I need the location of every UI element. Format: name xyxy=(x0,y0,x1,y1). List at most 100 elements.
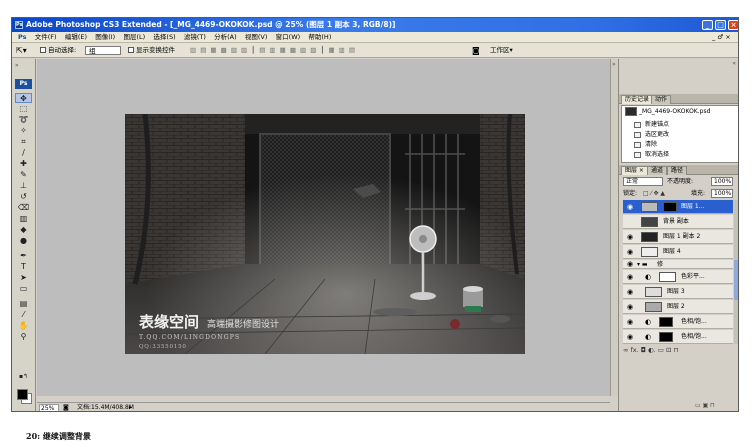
slice-tool-icon[interactable]: ∕ xyxy=(15,148,32,158)
auto-select-toggle[interactable]: 自动选择: xyxy=(40,43,76,58)
options-bar: ⇱▾ 自动选择: 组 显示变换控件 ▥ ▤ ▦ ▩ ▧ ▨ ┃ ▤ ▥ ▦ ▩ … xyxy=(12,43,738,58)
visibility-eye-icon[interactable]: ◉ xyxy=(625,200,635,214)
menu-select[interactable]: 选择(S) xyxy=(150,32,178,43)
layers-scrollbar-thumb[interactable] xyxy=(734,260,738,300)
minimize-button[interactable]: _ xyxy=(702,20,713,30)
menu-file[interactable]: 文件(F) xyxy=(32,32,60,43)
history-item[interactable]: 清除 xyxy=(626,140,736,149)
collapse-arrows-icon[interactable]: » xyxy=(612,61,616,68)
hand-tool-icon[interactable]: ✋ xyxy=(15,321,32,331)
stamp-tool-icon[interactable]: ⊥ xyxy=(15,181,32,191)
menu-edit[interactable]: 编辑(E) xyxy=(62,32,90,43)
visibility-eye-icon[interactable]: ◉ xyxy=(625,230,635,244)
menu-layer[interactable]: 图层(L) xyxy=(120,32,148,43)
tab-channels[interactable]: 通道 xyxy=(647,166,668,175)
gradient-tool-icon[interactable]: ▥ xyxy=(15,214,32,224)
align-buttons-group[interactable]: ▥ ▤ ▦ ▩ ▧ ▨ ┃ ▤ ▥ ▦ ▩ ▧ ▨ ┃ ▦ ▥ ▤ xyxy=(190,43,356,58)
move-tool-icon[interactable]: ⇱▾ xyxy=(16,43,27,58)
shape-tool-icon[interactable]: ▭ xyxy=(15,284,32,294)
eraser-tool-icon[interactable]: ⌫ xyxy=(15,203,32,213)
menu-bar: Ps 文件(F) 编辑(E) 图像(I) 图层(L) 选择(S) 滤镜(T) 分… xyxy=(12,32,738,43)
magic-wand-tool-icon[interactable]: ✧ xyxy=(15,126,32,136)
zoom-preview-icon[interactable]: ◙ xyxy=(63,403,69,411)
type-tool-icon[interactable]: T xyxy=(15,262,32,272)
dock-collapse-icon[interactable]: « xyxy=(732,60,736,67)
foreground-color-swatch[interactable] xyxy=(17,389,28,400)
brush-tool-icon[interactable]: ✎ xyxy=(15,170,32,180)
history-item[interactable]: 取消选择 xyxy=(626,150,736,159)
layer-row[interactable]: ◉ 图层 1 副本 2 xyxy=(623,230,733,244)
visibility-eye-icon[interactable]: ◉ xyxy=(625,270,635,284)
layer-row[interactable]: ◉ 图层 2 xyxy=(623,300,733,314)
auto-select-checkbox[interactable] xyxy=(40,47,46,53)
bridge-icon[interactable]: ◙ xyxy=(472,43,480,58)
adjustment-layer-icon: ◐ xyxy=(645,273,652,281)
layer-mask-thumbnail xyxy=(659,332,673,342)
auto-select-dropdown[interactable]: 组 xyxy=(85,45,121,55)
lasso-tool-icon[interactable]: ➰ xyxy=(15,115,32,125)
blur-tool-icon[interactable]: ◆ xyxy=(15,225,32,235)
show-transform-toggle[interactable]: 显示变换控件 xyxy=(128,43,175,58)
visibility-eye-icon[interactable]: ◉ xyxy=(625,330,635,344)
workspace-menu[interactable]: 工作区▾ xyxy=(490,43,513,58)
visibility-eye-icon[interactable]: ◉ xyxy=(625,315,635,329)
document-window-controls[interactable]: _ ♂ × xyxy=(712,32,731,43)
close-button[interactable]: × xyxy=(728,20,738,30)
layers-list: ◉ 图层 1... 背景 副本 ◉ 图层 1 副本 2 ◉ 图层 4 ◉ ▾ ▬… xyxy=(619,200,738,344)
blend-mode-select[interactable]: 正常 xyxy=(623,177,663,186)
crop-tool-icon[interactable]: ⌗ xyxy=(15,137,32,147)
visibility-eye-icon[interactable]: ◉ xyxy=(625,300,635,314)
zoom-field[interactable]: 25% xyxy=(39,404,59,411)
snapshot-thumbnail[interactable] xyxy=(625,107,637,116)
image-canvas[interactable]: 表缘空间 高端摄影修图设计 T.QQ.COM/LINGDONGPS QQ:335… xyxy=(125,114,525,354)
menu-filter[interactable]: 滤镜(T) xyxy=(181,32,209,43)
menu-view[interactable]: 视图(V) xyxy=(242,32,271,43)
panel-bottom-icons[interactable]: ▭ ▣ ⊓ xyxy=(695,402,715,409)
layers-scrollbar[interactable] xyxy=(734,200,738,344)
history-item[interactable]: 新建锚点 xyxy=(626,120,736,129)
show-transform-checkbox[interactable] xyxy=(128,47,134,53)
lock-buttons-icon[interactable]: □ ⁄ ✥ ▲ xyxy=(643,189,665,198)
maximize-button[interactable]: □ xyxy=(715,20,726,30)
move-tool-icon[interactable]: ✥ xyxy=(15,93,32,103)
healing-tool-icon[interactable]: ✚ xyxy=(15,159,32,169)
menu-analysis[interactable]: 分析(A) xyxy=(211,32,240,43)
visibility-eye-icon[interactable]: ◉ xyxy=(625,285,635,299)
menu-help[interactable]: 帮助(H) xyxy=(305,32,334,43)
layer-row[interactable]: 背景 副本 xyxy=(623,215,733,229)
fill-label: 填充: xyxy=(691,190,706,197)
pen-tool-icon[interactable]: ✒ xyxy=(15,251,32,261)
history-item[interactable]: 选区更改 xyxy=(626,130,736,139)
zoom-tool-icon[interactable]: ⚲ xyxy=(15,332,32,342)
dodge-tool-icon[interactable]: ● xyxy=(15,236,32,246)
history-brush-tool-icon[interactable]: ↺ xyxy=(15,192,32,202)
layer-row[interactable]: ◉ ◐ 色彩平... xyxy=(623,270,733,284)
tab-layers[interactable]: 图层 × xyxy=(621,166,648,175)
opacity-input[interactable]: 100% xyxy=(711,177,733,186)
eyedropper-tool-icon[interactable]: ⁄ xyxy=(15,310,32,320)
layer-row[interactable]: ◉ 图层 3 xyxy=(623,285,733,299)
layer-row[interactable]: ◉ ◐ 色相/饱... xyxy=(623,330,733,344)
marquee-tool-icon[interactable]: ⬚ xyxy=(15,104,32,114)
menu-image[interactable]: 图像(I) xyxy=(92,32,118,43)
history-snapshot[interactable]: _MG_4469-OKOKOK.psd xyxy=(639,107,738,116)
group-expand-icon[interactable]: ▾ ▬ xyxy=(637,260,648,269)
menu-window[interactable]: 窗口(W) xyxy=(273,32,304,43)
layer-row[interactable]: ◉ 图层 1... xyxy=(623,200,733,214)
layers-footer-buttons[interactable]: ∞ fx. ◘ ◐. ▭ ⊡ ⊓ xyxy=(623,346,679,354)
swap-colors-icon[interactable]: ▪↰ xyxy=(15,372,32,382)
fill-input[interactable]: 100% xyxy=(711,189,733,198)
layer-group-row[interactable]: ◉ ▾ ▬ 修 xyxy=(623,260,733,269)
visibility-eye-icon[interactable]: ◉ xyxy=(625,245,635,259)
tab-paths[interactable]: 路径 xyxy=(667,166,688,175)
tab-actions[interactable]: 动作 xyxy=(651,95,672,104)
opacity-label: 不透明度: xyxy=(667,178,694,185)
layer-row[interactable]: ◉ ◐ 色相/饱... xyxy=(623,315,733,329)
toolbox-grip-icon[interactable]: » xyxy=(15,62,19,69)
ps-menu-icon[interactable]: Ps xyxy=(15,32,30,43)
layer-row[interactable]: ◉ 图层 4 xyxy=(623,245,733,259)
notes-tool-icon[interactable]: ▤ xyxy=(15,299,32,309)
path-select-tool-icon[interactable]: ➤ xyxy=(15,273,32,283)
visibility-eye-icon[interactable]: ◉ xyxy=(625,260,635,269)
status-menu-arrow-icon[interactable]: ▸ xyxy=(129,403,132,411)
